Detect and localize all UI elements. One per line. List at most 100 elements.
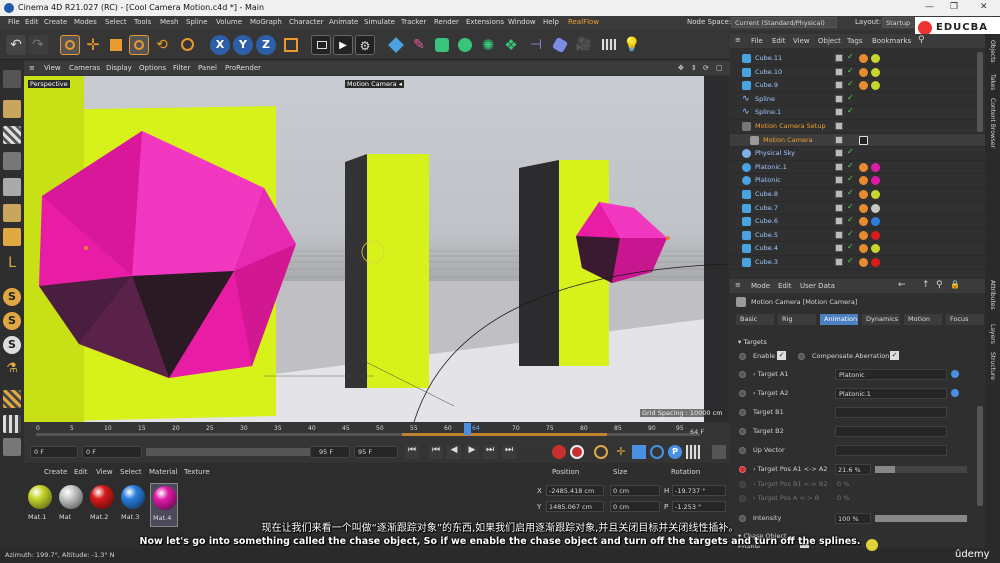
coord-y-size-field[interactable]: 0 cm	[610, 501, 660, 512]
enable-checkbox[interactable]: ✓	[777, 351, 786, 360]
key-parameter-icon[interactable]: P	[668, 445, 682, 459]
minimize-button[interactable]: —	[925, 2, 934, 12]
points-mode-icon[interactable]	[3, 178, 21, 196]
back-arrow-icon[interactable]: ←	[898, 280, 906, 290]
node-space-dropdown[interactable]: Current (Standard/Physical)	[731, 17, 837, 28]
target-b2-field[interactable]	[835, 426, 947, 437]
coordinate-system-icon[interactable]	[281, 35, 301, 55]
enabled-check-icon[interactable]: ✓	[847, 256, 854, 265]
play-backward-icon[interactable]: ◀	[447, 445, 461, 459]
render-picture-viewer-icon[interactable]: ▶	[333, 35, 353, 55]
visibility-icon[interactable]	[835, 217, 843, 226]
live-select-icon[interactable]	[178, 35, 198, 55]
texture-mode-icon[interactable]	[3, 126, 21, 144]
menu-modes[interactable]: Modes	[74, 18, 97, 26]
attribute-scrollbar[interactable]	[977, 406, 983, 506]
key-scale-icon[interactable]	[632, 445, 646, 459]
menu-extensions[interactable]: Extensions	[466, 18, 504, 26]
menu-create[interactable]: Create	[44, 18, 67, 26]
visibility-icon[interactable]	[835, 149, 843, 158]
menu-file[interactable]: File	[8, 18, 20, 26]
object-row[interactable]: Platonic.1 ✓	[730, 161, 985, 175]
visibility-icon[interactable]	[835, 108, 843, 117]
side-tab-layers[interactable]: Layers	[989, 324, 996, 344]
link-pick-icon[interactable]	[951, 370, 959, 378]
menu-realflow[interactable]: RealFlow	[568, 18, 599, 26]
start-frame-field[interactable]: 0 F	[30, 446, 78, 458]
light-object-icon[interactable]: 💡	[622, 35, 642, 55]
render-settings-icon[interactable]: ⚙	[355, 35, 375, 55]
up-vector-field[interactable]	[835, 445, 947, 456]
side-tab-takes[interactable]: Takes	[989, 74, 996, 90]
keyframe-dot[interactable]	[739, 390, 746, 397]
object-row[interactable]: ∿ Spline.1 ✓	[730, 106, 985, 120]
menu-animate[interactable]: Animate	[329, 18, 358, 26]
key-pla-icon[interactable]	[686, 445, 700, 459]
close-button[interactable]: ✕	[980, 2, 988, 12]
timeline-ruler[interactable]: 0 5 10 15 20 25 30 35 40 45 50 55 60 64 …	[24, 422, 730, 442]
solo-icon[interactable]	[3, 438, 21, 456]
object-row[interactable]: Cube.7 ✓	[730, 202, 985, 216]
visibility-icon[interactable]	[835, 162, 843, 171]
target-b1-field[interactable]	[835, 407, 947, 418]
keyframe-dot[interactable]	[739, 353, 746, 360]
enabled-check-icon[interactable]: ✓	[847, 79, 854, 88]
material-tag-icon[interactable]	[871, 162, 880, 172]
object-menu-object[interactable]: Object	[818, 37, 841, 45]
material-tag-icon[interactable]	[871, 176, 880, 186]
keyframe-dot[interactable]	[739, 447, 746, 454]
material-tag-icon[interactable]	[871, 258, 880, 267]
coord-h-rotation-field[interactable]: -19.737 °	[672, 485, 726, 496]
visibility-icon[interactable]	[835, 135, 843, 144]
snap-settings-icon[interactable]: S	[3, 312, 21, 330]
material-tag-icon[interactable]	[871, 54, 880, 63]
locked-workplane-icon[interactable]	[3, 415, 21, 433]
viewport-menu-cameras[interactable]: Cameras	[69, 64, 100, 72]
timeline-settings-icon[interactable]	[712, 445, 726, 459]
menu-mograph[interactable]: MoGraph	[250, 18, 282, 26]
object-menu-bookmarks[interactable]: Bookmarks	[872, 37, 911, 45]
viewport[interactable]: Perspective Motion Camera ◂ Grid Spacing…	[24, 76, 729, 422]
tab-animation[interactable]: Animation	[820, 314, 858, 325]
keyframe-dot[interactable]	[739, 495, 746, 502]
up-arrow-icon[interactable]: ↑	[922, 280, 930, 290]
enabled-check-icon[interactable]: ✓	[847, 66, 854, 75]
side-tab-attributes[interactable]: Attributes	[989, 280, 996, 310]
go-to-start-icon[interactable]: ⏮	[405, 445, 419, 459]
play-forward-icon[interactable]: ▶	[465, 445, 479, 459]
object-row[interactable]: Cube.6 ✓	[730, 215, 985, 229]
key-rotation-icon[interactable]	[650, 445, 664, 459]
attribute-menu-user-data[interactable]: User Data	[800, 282, 835, 290]
make-editable-icon[interactable]	[3, 70, 21, 88]
material-menu-select[interactable]: Select	[120, 468, 142, 476]
keyframe-selection-icon[interactable]	[594, 445, 608, 459]
polygons-mode-icon[interactable]	[3, 228, 21, 246]
visibility-icon[interactable]	[835, 81, 843, 90]
target-a1-field[interactable]: Platonic	[835, 369, 947, 380]
preview-end-field[interactable]: 95 F	[354, 446, 398, 458]
target-pos-a-slider[interactable]	[875, 466, 967, 473]
visibility-icon[interactable]	[835, 230, 843, 239]
viewport-zoom-icon[interactable]: ⇕	[691, 64, 697, 72]
menu-character[interactable]: Character	[289, 18, 324, 26]
undo-icon[interactable]: ↶	[6, 35, 26, 55]
object-menu-tags[interactable]: Tags	[847, 37, 863, 45]
enabled-check-icon[interactable]: ✓	[847, 106, 854, 115]
material-menu-texture[interactable]: Texture	[184, 468, 210, 476]
material-tag-icon[interactable]	[871, 244, 880, 254]
side-tab-objects[interactable]: Objects	[989, 40, 996, 63]
visibility-icon[interactable]	[835, 190, 843, 198]
object-row[interactable]: Cube.11 ✓	[730, 52, 985, 66]
coord-p-rotation-field[interactable]: -1.253 °	[672, 501, 726, 512]
menu-tracker[interactable]: Tracker	[401, 18, 426, 26]
keyframe-dot[interactable]	[739, 371, 746, 378]
object-row-selected[interactable]: Motion Camera	[730, 133, 985, 148]
coord-y-position-field[interactable]: 1485.067 cm	[546, 501, 604, 512]
side-tab-content-browser[interactable]: Content Browser	[989, 98, 996, 148]
select-tool-icon[interactable]	[60, 35, 80, 55]
x-axis-button[interactable]: X	[210, 35, 230, 55]
keyframe-dot[interactable]	[739, 409, 746, 416]
keyframe-dot[interactable]	[739, 481, 746, 488]
keyframe-dot-animated[interactable]	[739, 466, 746, 473]
z-axis-button[interactable]: Z	[256, 35, 276, 55]
